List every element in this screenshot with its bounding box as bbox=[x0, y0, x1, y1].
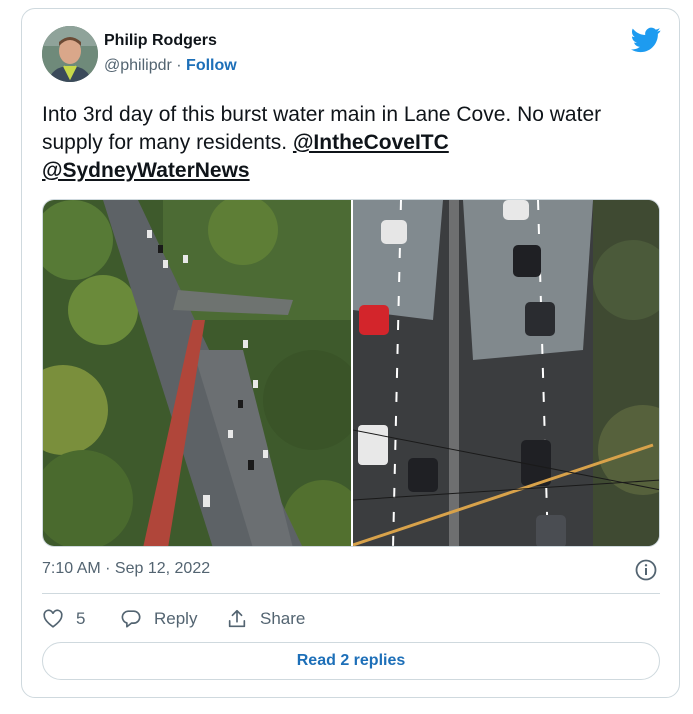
handle-separator: · bbox=[171, 57, 187, 74]
follow-button[interactable]: Follow bbox=[186, 57, 237, 74]
tweet-text: Into 3rd day of this burst water main in… bbox=[42, 101, 652, 185]
twitter-bird-icon[interactable] bbox=[631, 27, 661, 53]
reply-icon bbox=[121, 610, 141, 628]
mention-sydneywaternews[interactable]: @SydneyWaterNews bbox=[42, 159, 250, 182]
author-name[interactable]: Philip Rodgers bbox=[104, 32, 217, 50]
share-button[interactable]: Share bbox=[226, 607, 305, 631]
avatar[interactable] bbox=[42, 26, 98, 82]
read-replies-button[interactable]: Read 2 replies bbox=[42, 642, 660, 680]
tweet-card: Philip Rodgers @philipdr · Follow Into 3… bbox=[21, 8, 680, 698]
aerial-photo-road[interactable] bbox=[43, 200, 363, 546]
tweet-timestamp[interactable]: 7:10 AM · Sep 12, 2022 bbox=[42, 560, 210, 578]
share-label: Share bbox=[260, 609, 306, 628]
info-icon[interactable] bbox=[634, 558, 658, 582]
author-handle-row: @philipdr · Follow bbox=[104, 57, 237, 75]
tweet-media[interactable] bbox=[42, 199, 660, 547]
flooded-road-photo[interactable] bbox=[352, 200, 659, 546]
reply-button[interactable]: Reply bbox=[120, 607, 197, 631]
like-count: 5 bbox=[76, 609, 86, 628]
like-button[interactable]: 5 bbox=[42, 607, 85, 631]
author-handle[interactable]: @philipdr bbox=[104, 57, 172, 74]
divider bbox=[42, 593, 660, 594]
reply-label: Reply bbox=[154, 609, 198, 628]
mention-inthecoveitc[interactable]: @IntheCoveITC bbox=[293, 131, 449, 154]
share-icon bbox=[228, 609, 246, 628]
heart-icon bbox=[43, 609, 63, 628]
